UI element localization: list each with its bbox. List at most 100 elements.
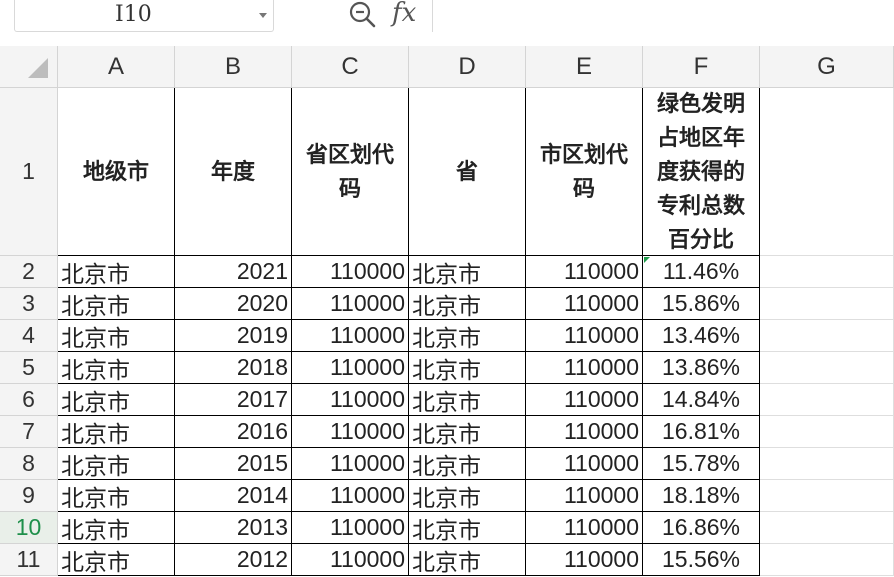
cell-d9[interactable]: 北京市 xyxy=(409,480,526,512)
cell-f2[interactable]: 11.46% xyxy=(643,256,760,288)
cell-d3[interactable]: 北京市 xyxy=(409,288,526,320)
cell-e3[interactable]: 110000 xyxy=(526,288,643,320)
column-header-b[interactable]: B xyxy=(175,46,292,88)
cell-g3[interactable] xyxy=(760,288,894,320)
cell-d10[interactable]: 北京市 xyxy=(409,512,526,544)
cell-g1[interactable] xyxy=(760,88,894,256)
cell-g11[interactable] xyxy=(760,544,894,576)
zoom-out-icon[interactable] xyxy=(346,0,380,30)
cell-d6[interactable]: 北京市 xyxy=(409,384,526,416)
cell-e2[interactable]: 110000 xyxy=(526,256,643,288)
cell-c7[interactable]: 110000 xyxy=(292,416,409,448)
formula-input[interactable] xyxy=(432,0,894,32)
cell-g10[interactable] xyxy=(760,512,894,544)
cell-c5[interactable]: 110000 xyxy=(292,352,409,384)
header-cell-a[interactable]: 地级市 xyxy=(58,88,175,256)
header-cell-b[interactable]: 年度 xyxy=(175,88,292,256)
cell-d2[interactable]: 北京市 xyxy=(409,256,526,288)
cell-b9[interactable]: 2014 xyxy=(175,480,292,512)
cell-g9[interactable] xyxy=(760,480,894,512)
cell-d4[interactable]: 北京市 xyxy=(409,320,526,352)
header-cell-e[interactable]: 市区划代码 xyxy=(526,88,643,256)
cell-a4[interactable]: 北京市 xyxy=(58,320,175,352)
cell-f4[interactable]: 13.46% xyxy=(643,320,760,352)
cell-g2[interactable] xyxy=(760,256,894,288)
row-header-4[interactable]: 4 xyxy=(0,320,58,352)
column-header-d[interactable]: D xyxy=(409,46,526,88)
cell-f5[interactable]: 13.86% xyxy=(643,352,760,384)
cell-b8[interactable]: 2015 xyxy=(175,448,292,480)
cell-b7[interactable]: 2016 xyxy=(175,416,292,448)
cell-a8[interactable]: 北京市 xyxy=(58,448,175,480)
row-header-7[interactable]: 7 xyxy=(0,416,58,448)
cell-c11[interactable]: 110000 xyxy=(292,544,409,576)
cell-b2[interactable]: 2021 xyxy=(175,256,292,288)
row-header-3[interactable]: 3 xyxy=(0,288,58,320)
cell-f6[interactable]: 14.84% xyxy=(643,384,760,416)
cell-f8[interactable]: 15.78% xyxy=(643,448,760,480)
row-header-2[interactable]: 2 xyxy=(0,256,58,288)
column-header-e[interactable]: E xyxy=(526,46,643,88)
cell-e10[interactable]: 110000 xyxy=(526,512,643,544)
cell-e4[interactable]: 110000 xyxy=(526,320,643,352)
cell-d7[interactable]: 北京市 xyxy=(409,416,526,448)
cell-e5[interactable]: 110000 xyxy=(526,352,643,384)
row-header-6[interactable]: 6 xyxy=(0,384,58,416)
cell-a3[interactable]: 北京市 xyxy=(58,288,175,320)
cell-b3[interactable]: 2020 xyxy=(175,288,292,320)
cell-f9[interactable]: 18.18% xyxy=(643,480,760,512)
cell-f11[interactable]: 15.56% xyxy=(643,544,760,576)
cell-c4[interactable]: 110000 xyxy=(292,320,409,352)
name-box[interactable]: I10 xyxy=(14,0,274,32)
cell-e8[interactable]: 110000 xyxy=(526,448,643,480)
cell-c9[interactable]: 110000 xyxy=(292,480,409,512)
cell-c6[interactable]: 110000 xyxy=(292,384,409,416)
cell-d11[interactable]: 北京市 xyxy=(409,544,526,576)
header-cell-d[interactable]: 省 xyxy=(409,88,526,256)
row-header-1[interactable]: 1 xyxy=(0,88,58,256)
row-header-8[interactable]: 8 xyxy=(0,448,58,480)
cell-c3[interactable]: 110000 xyxy=(292,288,409,320)
cell-a5[interactable]: 北京市 xyxy=(58,352,175,384)
cell-c8[interactable]: 110000 xyxy=(292,448,409,480)
row-header-10[interactable]: 10 xyxy=(0,512,58,544)
cell-b6[interactable]: 2017 xyxy=(175,384,292,416)
cell-g5[interactable] xyxy=(760,352,894,384)
column-header-g[interactable]: G xyxy=(760,46,894,88)
cell-d8[interactable]: 北京市 xyxy=(409,448,526,480)
cell-f10[interactable]: 16.86% xyxy=(643,512,760,544)
header-cell-c[interactable]: 省区划代码 xyxy=(292,88,409,256)
column-header-f[interactable]: F xyxy=(643,46,760,88)
cell-c2[interactable]: 110000 xyxy=(292,256,409,288)
cell-g4[interactable] xyxy=(760,320,894,352)
row-header-9[interactable]: 9 xyxy=(0,480,58,512)
cell-b11[interactable]: 2012 xyxy=(175,544,292,576)
cell-b4[interactable]: 2019 xyxy=(175,320,292,352)
cell-b10[interactable]: 2013 xyxy=(175,512,292,544)
cell-e9[interactable]: 110000 xyxy=(526,480,643,512)
cell-a6[interactable]: 北京市 xyxy=(58,384,175,416)
cell-a7[interactable]: 北京市 xyxy=(58,416,175,448)
fx-icon[interactable]: fx xyxy=(392,0,416,28)
cell-e7[interactable]: 110000 xyxy=(526,416,643,448)
cell-e6[interactable]: 110000 xyxy=(526,384,643,416)
chevron-down-icon[interactable] xyxy=(259,13,267,18)
cell-g6[interactable] xyxy=(760,384,894,416)
cell-e11[interactable]: 110000 xyxy=(526,544,643,576)
cell-f3[interactable]: 15.86% xyxy=(643,288,760,320)
cell-a2[interactable]: 北京市 xyxy=(58,256,175,288)
cell-b5[interactable]: 2018 xyxy=(175,352,292,384)
cell-f7[interactable]: 16.81% xyxy=(643,416,760,448)
cell-g7[interactable] xyxy=(760,416,894,448)
header-cell-f[interactable]: 绿色发明占地区年度获得的专利总数百分比 xyxy=(643,88,760,256)
column-header-a[interactable]: A xyxy=(58,46,175,88)
row-header-11[interactable]: 11 xyxy=(0,544,58,576)
cell-c10[interactable]: 110000 xyxy=(292,512,409,544)
column-header-c[interactable]: C xyxy=(292,46,409,88)
cell-g8[interactable] xyxy=(760,448,894,480)
cell-a9[interactable]: 北京市 xyxy=(58,480,175,512)
row-header-5[interactable]: 5 xyxy=(0,352,58,384)
cell-a10[interactable]: 北京市 xyxy=(58,512,175,544)
cell-d5[interactable]: 北京市 xyxy=(409,352,526,384)
cell-a11[interactable]: 北京市 xyxy=(58,544,175,576)
